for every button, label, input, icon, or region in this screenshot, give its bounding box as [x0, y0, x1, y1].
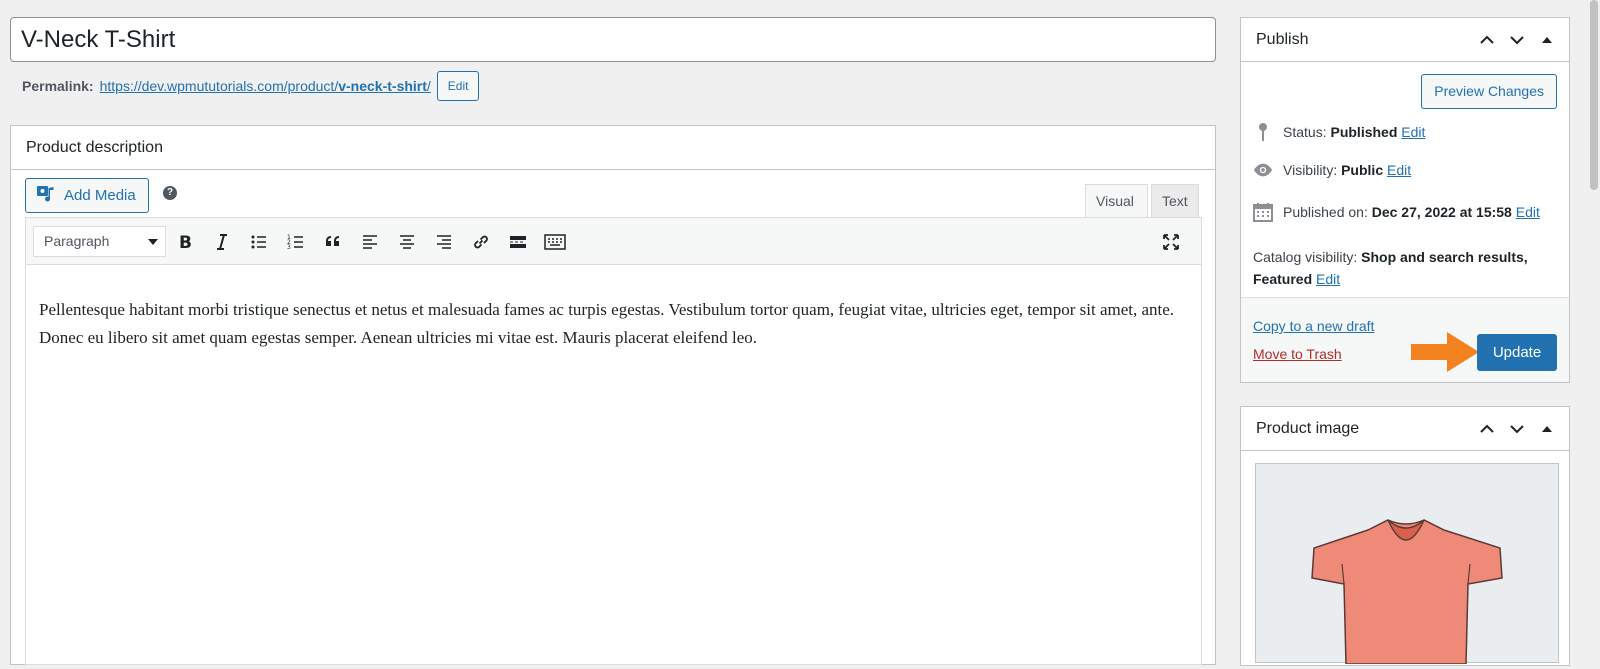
page-scrollbar[interactable] — [1586, 0, 1600, 642]
help-icon[interactable]: ? — [163, 186, 177, 200]
bullet-list-button[interactable] — [244, 227, 274, 257]
editor-toolbar: Paragraph B 1 2 3 — [25, 217, 1202, 265]
published-on-edit-link[interactable]: Edit — [1516, 204, 1540, 220]
permalink-row: Permalink: https://dev.wpmututorials.com… — [22, 71, 480, 101]
published-on-value: Dec 27, 2022 at 15:58 — [1371, 204, 1512, 220]
tab-visual[interactable]: Visual — [1085, 184, 1148, 218]
preview-changes-button[interactable]: Preview Changes — [1421, 74, 1557, 109]
publish-box-header: Publish — [1241, 18, 1569, 62]
fullscreen-icon — [1163, 234, 1179, 250]
calendar-icon — [1253, 202, 1273, 222]
product-image-thumbnail[interactable] — [1255, 463, 1559, 665]
fullscreen-button[interactable] — [1156, 227, 1186, 257]
post-title-input[interactable]: V-Neck T-Shirt — [10, 17, 1216, 62]
format-select-value: Paragraph — [44, 233, 110, 249]
status-edit-link[interactable]: Edit — [1401, 124, 1425, 140]
svg-text:3: 3 — [287, 244, 291, 251]
scrollbar-thumb[interactable] — [1590, 0, 1598, 190]
catalog-visibility-edit-link[interactable]: Edit — [1316, 271, 1340, 287]
arrow-right-icon — [1411, 332, 1479, 372]
align-right-icon — [437, 235, 451, 249]
editor-content[interactable]: Pellentesque habitant morbi tristique se… — [25, 265, 1202, 665]
add-media-button[interactable]: Add Media — [25, 178, 149, 213]
format-select[interactable]: Paragraph — [33, 226, 166, 257]
keyboard-icon — [544, 234, 566, 250]
chevron-up-icon[interactable] — [1475, 28, 1499, 52]
chevron-down-icon[interactable] — [1505, 417, 1529, 441]
eye-icon — [1253, 162, 1273, 178]
permalink-edit-button[interactable]: Edit — [436, 71, 480, 101]
chevron-up-icon[interactable] — [1475, 417, 1499, 441]
product-image-header: Product image — [1241, 407, 1569, 451]
permalink-slug: v-neck-t-shirt — [338, 78, 427, 94]
numbered-list-button[interactable]: 1 2 3 — [281, 227, 311, 257]
chevron-down-icon[interactable] — [1505, 28, 1529, 52]
bold-button[interactable]: B — [170, 227, 200, 257]
copy-to-draft-link[interactable]: Copy to a new draft — [1253, 318, 1374, 334]
permalink-label: Permalink: — [22, 78, 94, 94]
publish-header-controls — [1475, 28, 1559, 52]
permalink-base: https://dev.wpmututorials.com/product/ — [99, 78, 339, 94]
publish-box: Publish Preview Changes Status: Publishe… — [1240, 17, 1570, 383]
align-right-button[interactable] — [429, 227, 459, 257]
bold-icon: B — [179, 233, 192, 252]
add-media-label: Add Media — [64, 187, 136, 204]
align-center-icon — [400, 235, 414, 249]
read-more-icon — [510, 236, 526, 248]
product-image-box: Product image — [1240, 406, 1570, 666]
align-center-button[interactable] — [392, 227, 422, 257]
svg-text:B: B — [179, 233, 192, 252]
product-description-box: Product description Add Media ? Visual T… — [10, 125, 1216, 665]
pin-icon — [1253, 122, 1273, 142]
move-to-trash-link[interactable]: Move to Trash — [1253, 346, 1342, 362]
collapse-toggle-icon[interactable] — [1535, 417, 1559, 441]
read-more-button[interactable] — [503, 227, 533, 257]
numbered-list-icon: 1 2 3 — [287, 234, 303, 251]
t-shirt-image — [1311, 519, 1503, 665]
published-on-row: Published on: Dec 27, 2022 at 15:58 Edit — [1253, 202, 1540, 222]
toolbar-toggle-button[interactable] — [540, 227, 570, 257]
product-image-title: Product image — [1256, 419, 1360, 437]
italic-icon — [217, 234, 227, 250]
quote-icon — [326, 236, 339, 246]
tab-text[interactable]: Text — [1151, 184, 1199, 218]
blockquote-button[interactable] — [318, 227, 348, 257]
status-label: Status: — [1283, 124, 1327, 140]
product-description-title: Product description — [11, 126, 1215, 170]
catalog-visibility-label: Catalog visibility: — [1253, 249, 1358, 265]
visibility-label: Visibility: — [1283, 162, 1338, 178]
status-value: Published — [1330, 124, 1398, 140]
align-left-button[interactable] — [355, 227, 385, 257]
align-left-icon — [363, 235, 377, 249]
visibility-edit-link[interactable]: Edit — [1387, 162, 1411, 178]
editor-paragraph: Pellentesque habitant morbi tristique se… — [39, 300, 1175, 347]
collapse-toggle-icon[interactable] — [1535, 28, 1559, 52]
insert-link-button[interactable] — [466, 227, 496, 257]
permalink-link[interactable]: https://dev.wpmututorials.com/product/v-… — [100, 78, 431, 94]
published-on-label: Published on: — [1283, 204, 1368, 220]
bullet-list-icon — [251, 235, 266, 249]
status-row: Status: Published Edit — [1253, 122, 1425, 142]
visibility-row: Visibility: Public Edit — [1253, 162, 1411, 178]
visibility-value: Public — [1341, 162, 1384, 178]
permalink-trail: / — [426, 78, 431, 94]
link-icon — [474, 235, 488, 249]
major-publishing-actions: Copy to a new draft Move to Trash Update — [1241, 297, 1569, 382]
update-button[interactable]: Update — [1477, 334, 1557, 371]
catalog-visibility-row: Catalog visibility: Shop and search resu… — [1253, 246, 1553, 290]
media-icon — [36, 184, 56, 208]
publish-title: Publish — [1256, 30, 1309, 48]
chevron-down-icon — [148, 239, 158, 245]
product-image-header-controls — [1475, 417, 1559, 441]
italic-button[interactable] — [207, 227, 237, 257]
